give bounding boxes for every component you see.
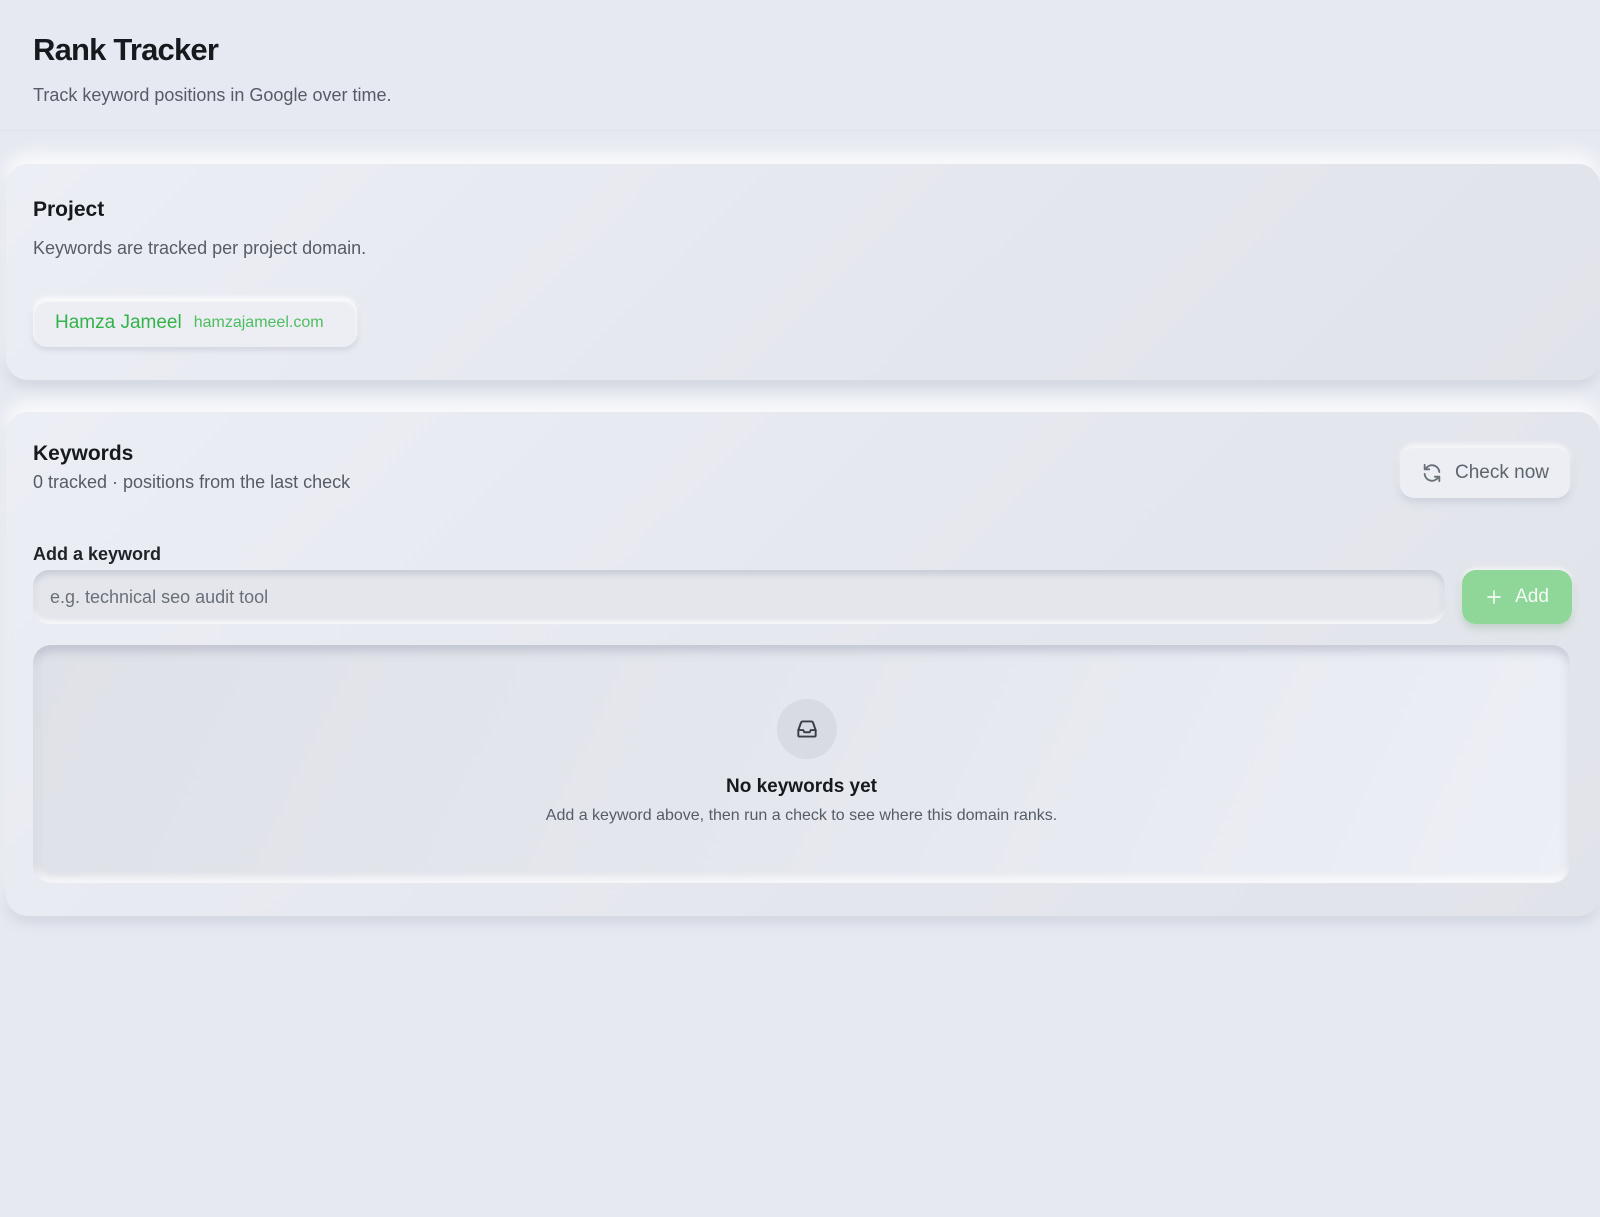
page-title: Rank Tracker: [33, 32, 219, 67]
empty-title: No keywords yet: [726, 776, 877, 797]
inbox-icon: [797, 720, 817, 738]
project-name: Hamza Jameel: [55, 312, 182, 333]
refresh-icon: [1423, 463, 1441, 483]
empty-description: Add a keyword above, then run a check to…: [545, 807, 1058, 824]
page-header: Rank Tracker Track keyword positions in …: [0, 0, 1600, 131]
project-chip[interactable]: Hamza Jameel hamzajameel.com: [33, 299, 357, 347]
add-keyword-label: Add a keyword: [33, 544, 162, 564]
keywords-title: Keywords: [33, 442, 134, 465]
project-domain: hamzajameel.com: [193, 314, 324, 331]
check-now-label: Check now: [1455, 462, 1549, 483]
empty-icon-circle: [777, 699, 837, 759]
keywords-card: Keywords 0 tracked · positions from the …: [6, 412, 1600, 916]
project-title: Project: [33, 198, 105, 221]
page-subtitle: Track keyword positions in Google over t…: [33, 85, 392, 105]
add-button-label: Add: [1515, 586, 1549, 607]
check-now-button[interactable]: Check now: [1400, 448, 1570, 498]
project-card: Project Keywords are tracked per project…: [6, 164, 1600, 380]
empty-state: No keywords yet Add a keyword above, the…: [33, 645, 1570, 883]
project-description: Keywords are tracked per project domain.: [33, 238, 367, 258]
add-keyword-button[interactable]: Add: [1462, 570, 1572, 624]
keyword-input[interactable]: [33, 570, 1445, 624]
keywords-summary: 0 tracked · positions from the last chec…: [33, 472, 351, 492]
plus-icon: [1487, 590, 1501, 604]
